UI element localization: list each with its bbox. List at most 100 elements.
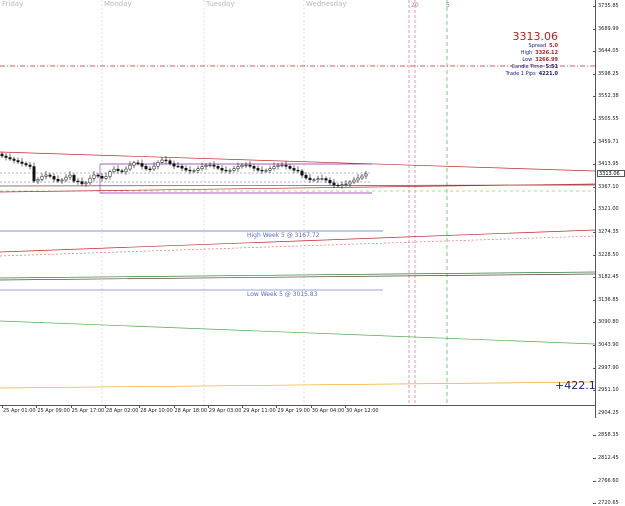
candle-body [168,160,172,164]
time-tick-label: 29 Apr 11:00 [243,408,276,414]
candle-body [124,168,128,173]
price-tick-mark [593,458,596,459]
candle-body [360,175,364,179]
current-price: 3313.06 [512,30,559,43]
price-tick-mark [593,254,596,256]
price-tick-mark [593,277,596,279]
price-tick-label: 3043.90 [598,342,619,348]
info-row-trade-pips: Trade 1 Pips 4221.0 [506,71,558,78]
candle-body [292,168,296,171]
info-key: High [520,50,533,56]
time-tick-label: 30 Apr 12:00 [346,408,379,414]
info-panel: 3313.06 Spread 5.0 High 3326.12 Low 3266.99… [506,30,558,78]
candle-body [136,162,140,164]
candle-body [252,166,256,169]
info-value: 5:51 [545,64,558,70]
candle-body [44,174,48,177]
info-key: Trade 1 Pips [505,71,536,77]
price-tick-mark [593,503,596,505]
candle-body [60,179,64,182]
candle-body [116,168,120,172]
time-tick-label: 28 Apr 18:00 [174,408,208,414]
info-value: 4221.0 [538,71,558,77]
candle-body [288,166,292,169]
price-tick-label: 2766.60 [598,477,619,484]
candle-body [280,164,284,167]
candle-body [320,178,324,180]
price-tick-mark [593,345,596,346]
candle-body [312,179,316,181]
candle-body [24,163,28,166]
price-tick-mark [593,96,596,98]
candle-body [324,178,328,181]
high-week-label: High Week 5 @ 3167.72 [247,232,320,239]
candle-body [180,165,184,169]
candle-body [16,160,20,163]
price-tick-label: 3598.25 [598,70,619,77]
candle-body [32,166,36,182]
vertical-marker-label: 5 [446,2,450,9]
low-week-label: Low Week 5 @ 3015.83 [247,291,318,298]
candle-body [356,177,360,181]
candle-body [76,180,80,183]
candle-body [316,178,320,180]
info-value: 5.0 [549,43,558,49]
candle-body [256,168,260,171]
candle-body [216,166,220,169]
time-axis[interactable]: 25 Apr 01:00 25 Apr 09:00 25 Apr 17:00 28 A… [0,405,595,419]
candle-body [328,179,332,184]
price-tick-label: 2720.65 [598,500,619,506]
candle-body [228,170,232,172]
price-chart-area[interactable]: Friday Monday Tuesday Wednesday 20 5 Hig… [0,0,595,405]
candle-body [160,159,164,163]
candle-body [212,164,216,167]
price-tick-mark [593,435,596,437]
candle-body [132,162,136,166]
price-tick-label: 2997.90 [598,364,619,371]
chart-window[interactable]: Friday Monday Tuesday Wednesday 20 5 Hig… [0,0,625,506]
price-tick-mark [593,480,596,482]
price-tick-mark [593,186,596,188]
candle-body [348,181,352,185]
candle-body [96,174,100,177]
info-key: Spread [528,43,547,49]
time-tick-label: 25 Apr 01:00 [3,408,36,414]
candle-body [232,168,236,171]
time-tick-label: 28 Apr 02:00 [105,408,139,414]
candle-body [48,174,52,177]
candle-body [364,173,368,177]
trend-line [0,381,595,389]
candle-body [40,176,44,180]
candle-body [240,165,244,167]
price-tick-label: 3136.85 [598,296,619,303]
price-tick-label: 3505.55 [598,116,619,122]
candle-body [164,159,168,162]
candle-body [4,155,8,158]
candle-body [112,168,116,172]
candle-body [344,183,348,186]
candle-body [140,163,144,167]
price-tick-label: 3182.45 [598,274,619,281]
candle-body [144,166,148,170]
candle-body [176,165,180,168]
candle-body [84,182,88,185]
candle-body [28,164,32,167]
price-tick-label: 2904.25 [598,409,619,416]
vertical-marker-label: 20 [411,2,419,9]
price-tick-label: 3321.00 [598,206,619,213]
price-tick-mark [593,322,596,324]
pips-readout: +422.1 [555,379,595,392]
candle-body [208,164,212,167]
candle-body [36,178,40,182]
candle-body [88,177,92,184]
candle-body [264,170,268,172]
price-tick-label: 3735.85 [598,3,619,9]
time-tick-label: 29 Apr 19:00 [277,408,310,414]
candle-body [336,184,340,187]
candle-body [268,168,272,171]
candle-body [272,166,276,169]
price-tick-label: 2858.35 [598,432,619,439]
price-axis[interactable]: 3735.85 3689.99 3644.05 3598.25 3552.38 3505.… [593,0,625,506]
price-tick-label: 3552.38 [598,93,619,100]
time-tick-label: 29 Apr 03:00 [208,408,242,414]
